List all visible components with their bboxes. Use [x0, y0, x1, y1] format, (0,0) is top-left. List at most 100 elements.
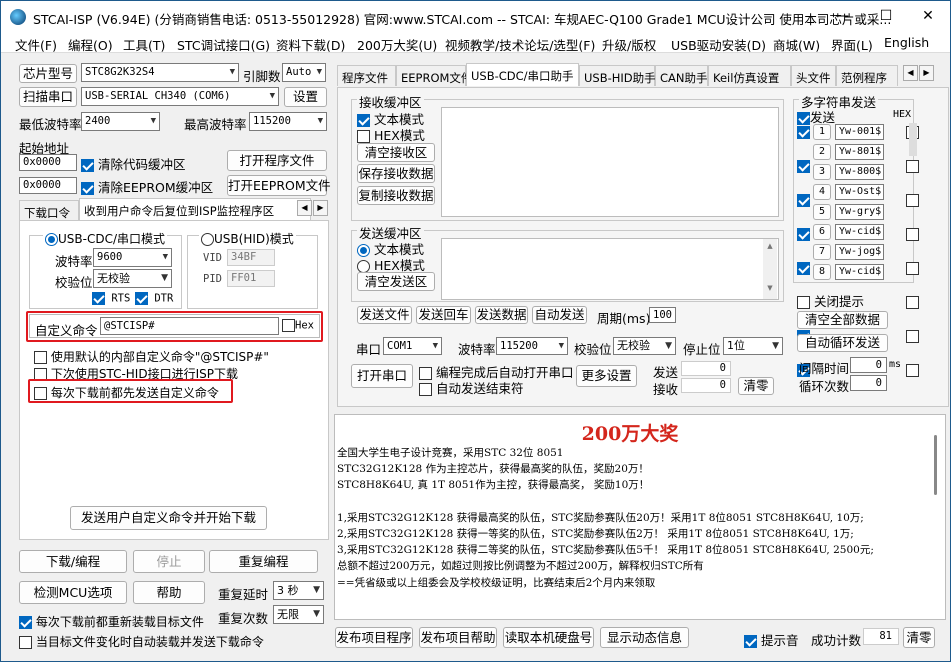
- multi-send-checkbox[interactable]: [797, 228, 810, 241]
- open-serial-port-button[interactable]: 打开串口: [351, 364, 413, 388]
- serial-parity-select[interactable]: 无校验 ▼: [613, 337, 676, 355]
- vid-input[interactable]: 34BF: [227, 249, 275, 266]
- copy-receive-button[interactable]: 复制接收数据: [357, 186, 435, 205]
- detect-mcu-button[interactable]: 检测MCU选项: [19, 581, 127, 604]
- tab-program-file[interactable]: 程序文件: [337, 65, 396, 86]
- menu-program[interactable]: 编程(O): [68, 35, 113, 54]
- multi-scrollbar[interactable]: [909, 123, 917, 156]
- read-disk-id-button[interactable]: 读取本机硬盘号: [503, 627, 594, 648]
- multi-hex-checkbox[interactable]: [906, 160, 919, 173]
- menu-file[interactable]: 文件(F): [15, 35, 57, 54]
- multi-send-checkbox[interactable]: [797, 194, 810, 207]
- multi-send-input[interactable]: Yw-gry$: [835, 204, 884, 220]
- serial-port-select[interactable]: COM1 ▼: [383, 337, 442, 355]
- repeat-count-select[interactable]: 无限 ▼: [273, 605, 324, 624]
- multi-hex-checkbox[interactable]: [906, 330, 919, 343]
- tab-usb-hid-assistant[interactable]: USB-HID助手: [579, 65, 656, 86]
- auto-send-button[interactable]: 自动发送: [532, 306, 587, 324]
- tab-scroll-left-icon[interactable]: ◀: [297, 200, 312, 216]
- send-data-button[interactable]: 发送数据: [475, 306, 528, 324]
- multi-hex-checkbox[interactable]: [906, 228, 919, 241]
- period-input[interactable]: 100: [649, 307, 676, 323]
- multi-send-index-button[interactable]: 3: [813, 164, 831, 180]
- multi-send-index-button[interactable]: 1: [813, 124, 831, 140]
- parity-select[interactable]: 无校验 ▼: [93, 269, 172, 288]
- open-program-file-button[interactable]: 打开程序文件: [227, 150, 327, 171]
- tab-can-assistant[interactable]: CAN助手: [655, 65, 708, 86]
- show-animation-button[interactable]: 显示动态信息: [600, 627, 689, 648]
- multi-send-checkbox[interactable]: [797, 160, 810, 173]
- port-select[interactable]: USB-SERIAL CH340 (COM6) ▼: [81, 87, 279, 106]
- send-scrollbar[interactable]: ▲ ▼: [763, 239, 777, 299]
- minimize-icon[interactable]: —: [821, 1, 863, 33]
- menu-debug[interactable]: STC调试接口(G): [177, 35, 270, 54]
- auto-load-checkbox[interactable]: 当目标文件变化时自动装载并发送下载命令: [19, 633, 264, 650]
- clear-success-count-button[interactable]: 清零: [903, 627, 935, 648]
- tab-scroll-right-icon[interactable]: ▶: [919, 65, 934, 81]
- menu-video[interactable]: 视频教学/技术论坛/选型(F): [445, 35, 595, 54]
- receive-textarea[interactable]: [441, 107, 779, 217]
- multi-send-input[interactable]: Yw-Ost$: [835, 184, 884, 200]
- max-baud-select[interactable]: 115200 ▼: [249, 112, 327, 131]
- menu-shop[interactable]: 商城(W): [773, 35, 820, 54]
- repeat-program-button[interactable]: 重复编程: [209, 550, 318, 573]
- multi-send-input[interactable]: Yw-jog$: [835, 244, 884, 260]
- serial-stop-select[interactable]: 1位 ▼: [723, 337, 783, 355]
- multi-hex-checkbox[interactable]: [906, 262, 919, 275]
- repeat-delay-select[interactable]: 3 秒 ▼: [273, 581, 324, 600]
- dtr-checkbox[interactable]: DTR: [135, 292, 173, 305]
- tab-keil-settings[interactable]: Keil仿真设置: [708, 65, 791, 86]
- chip-model-select[interactable]: STC8G2K32S4 ▼: [81, 63, 239, 82]
- multi-hex-checkbox[interactable]: [906, 296, 919, 309]
- tab-download-password[interactable]: 下载口令: [19, 200, 79, 221]
- tab-reset-isp[interactable]: 收到用户命令后复位到ISP监控程序区: [79, 198, 311, 221]
- clear-code-checkbox[interactable]: 清除代码缓冲区: [81, 154, 186, 173]
- settings-button[interactable]: 设置: [284, 87, 327, 107]
- tab-scroll-left-icon[interactable]: ◀: [903, 65, 918, 81]
- send-file-button[interactable]: 发送文件: [357, 306, 412, 324]
- close-hint-checkbox[interactable]: 关闭提示: [797, 291, 864, 310]
- tab-eeprom-file[interactable]: EEPROM文件: [396, 65, 472, 86]
- menu-tools[interactable]: 工具(T): [123, 35, 165, 54]
- reload-target-checkbox[interactable]: 每次下载前都重新装载目标文件: [19, 613, 204, 630]
- menu-ui[interactable]: 界面(L): [831, 35, 873, 54]
- multi-send-input[interactable]: Yw-801$: [835, 144, 884, 160]
- download-program-button[interactable]: 下载/编程: [19, 550, 127, 573]
- close-icon[interactable]: ✕: [907, 1, 949, 33]
- rts-checkbox[interactable]: RTS: [92, 292, 130, 305]
- clear-all-data-button[interactable]: 清空全部数据: [797, 311, 888, 329]
- multi-send-input[interactable]: Yw-cid$: [835, 224, 884, 240]
- multi-send-index-button[interactable]: 8: [813, 264, 831, 280]
- multi-send-checkbox[interactable]: [797, 262, 810, 275]
- auto-end-char-checkbox[interactable]: 自动发送结束符: [419, 378, 524, 397]
- eeprom-address-input[interactable]: 0x0000: [19, 177, 77, 194]
- pins-select[interactable]: Auto ▼: [282, 63, 326, 82]
- loop-count-input[interactable]: 0: [850, 375, 887, 391]
- multi-send-checkbox[interactable]: [797, 126, 810, 139]
- multi-send-index-button[interactable]: 6: [813, 224, 831, 240]
- menu-usb-driver[interactable]: USB驱动安装(D): [671, 35, 766, 54]
- info-scrollbar[interactable]: [929, 417, 943, 617]
- open-eeprom-file-button[interactable]: 打开EEPROM文件: [227, 175, 331, 196]
- menu-prize[interactable]: 200万大奖(U): [357, 35, 437, 54]
- save-receive-button[interactable]: 保存接收数据: [357, 164, 435, 183]
- auto-loop-send-button[interactable]: 自动循环发送: [797, 334, 888, 352]
- baud-select[interactable]: 9600 ▼: [93, 248, 172, 267]
- clear-count-button[interactable]: 清零: [738, 377, 774, 395]
- tab-usb-cdc-assistant[interactable]: USB-CDC/串口助手: [466, 63, 579, 86]
- recv-hex-mode-checkbox[interactable]: HEX模式: [357, 125, 425, 144]
- menu-upgrade[interactable]: 升级/版权: [602, 35, 656, 54]
- usbhid-radio[interactable]: USB(HID)模式: [199, 230, 296, 247]
- serial-baud-select[interactable]: 115200 ▼: [496, 337, 568, 355]
- multi-send-input[interactable]: Yw-800$: [835, 164, 884, 180]
- send-command-start-download-button[interactable]: 发送用户自定义命令并开始下载: [70, 506, 267, 530]
- multi-send-index-button[interactable]: 5: [813, 204, 831, 220]
- multi-send-input[interactable]: Yw-001$: [835, 124, 884, 140]
- code-address-input[interactable]: 0x0000: [19, 154, 77, 171]
- send-textarea[interactable]: [441, 238, 779, 300]
- clear-receive-button[interactable]: 清空接收区: [357, 143, 435, 162]
- tab-scroll-right-icon[interactable]: ▶: [313, 200, 328, 216]
- publish-program-button[interactable]: 发布项目程序: [335, 627, 413, 648]
- clear-send-button[interactable]: 清空发送区: [357, 272, 435, 291]
- usbcdc-radio[interactable]: USB-CDC/串口模式: [43, 230, 168, 247]
